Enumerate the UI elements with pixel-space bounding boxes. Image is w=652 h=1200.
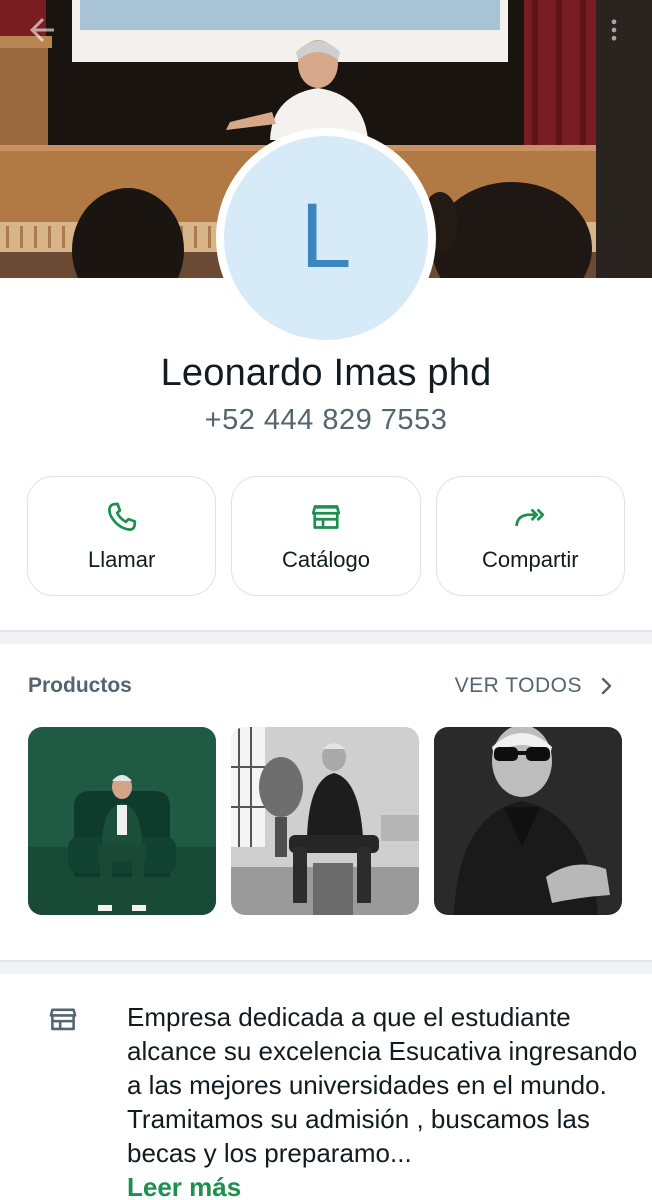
share-button[interactable]: Compartir <box>435 476 625 596</box>
product-thumbnail[interactable] <box>434 727 622 915</box>
avatar-circle: L <box>224 136 428 340</box>
action-buttons: Llamar Catálogo Compartir <box>27 476 625 596</box>
section-divider <box>0 630 652 644</box>
storefront-icon <box>311 505 341 529</box>
chevron-right-icon[interactable] <box>594 674 618 698</box>
read-more-link[interactable]: Leer más <box>127 1172 241 1200</box>
avatar[interactable]: L <box>216 128 436 348</box>
more-options-icon[interactable] <box>600 12 628 48</box>
catalog-button-label: Catálogo <box>281 547 371 572</box>
products-title: Productos <box>28 674 132 697</box>
share-button-label: Compartir <box>482 547 579 572</box>
section-divider <box>0 960 652 974</box>
see-all-link[interactable]: VER TODOS <box>455 674 582 698</box>
storefront-icon <box>49 1008 77 1031</box>
back-arrow-icon[interactable] <box>24 12 60 48</box>
phone-icon <box>107 502 136 531</box>
call-button[interactable]: Llamar <box>27 476 217 596</box>
product-thumbnail[interactable] <box>28 727 216 915</box>
share-forward-icon <box>515 508 545 527</box>
product-thumbnail[interactable] <box>231 727 419 915</box>
call-button-label: Llamar <box>88 547 156 572</box>
avatar-letter: L <box>300 185 352 287</box>
description-body: Empresa dedicada a que el estudiante alc… <box>127 1002 638 1168</box>
products-carousel <box>28 727 622 915</box>
profile-name: Leonardo Imas phd <box>160 352 492 394</box>
description-text: Empresa dedicada a que el estudiante alc… <box>127 1000 642 1200</box>
catalog-button[interactable]: Catálogo <box>231 476 421 596</box>
products-header: Productos VER TODOS <box>28 672 624 704</box>
profile-phone: +52 444 829 7553 <box>204 404 448 436</box>
